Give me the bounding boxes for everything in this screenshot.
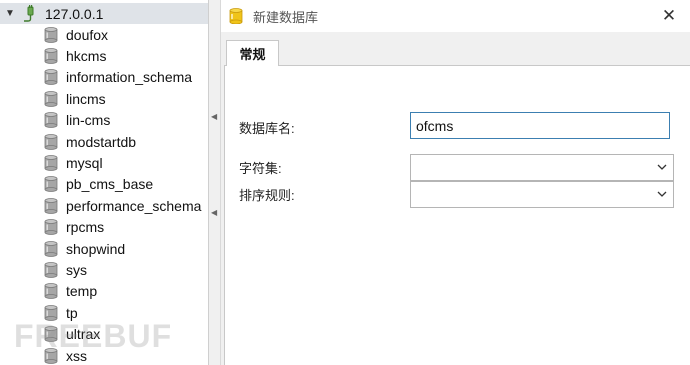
tree-database-label: pb_cms_base: [66, 176, 154, 193]
db-name-label: 数据库名:: [239, 121, 295, 136]
tree-database-label: lincms: [66, 90, 106, 107]
new-database-dialog: 新建数据库 ✕ 常规 数据库名: 字符集: 排序规则:: [221, 0, 690, 365]
connection-tree: ▼ 127.0.0.1 doufox hkcms information_schem…: [0, 0, 209, 365]
close-button[interactable]: ✕: [658, 5, 680, 27]
database-cylinder-icon: [44, 26, 58, 43]
dialog-titlebar[interactable]: 新建数据库 ✕: [221, 0, 690, 32]
database-cylinder-icon: [44, 133, 58, 150]
tree-database-item[interactable]: sys: [0, 259, 208, 280]
database-cylinder-icon: [44, 112, 58, 129]
database-list: doufox hkcms information_schemalincms lin-c…: [0, 24, 208, 365]
database-cylinder-icon: [44, 197, 58, 214]
charset-label: 字符集:: [239, 161, 282, 176]
chevron-down-icon: [657, 191, 667, 197]
tree-database-item[interactable]: hkcms: [0, 45, 208, 66]
tree-database-label: rpcms: [66, 219, 105, 236]
chevron-down-icon[interactable]: ▼: [5, 8, 19, 19]
tree-connection-node[interactable]: ▼ 127.0.0.1: [0, 3, 208, 24]
pane-splitter[interactable]: ◀ ◀: [209, 0, 221, 365]
database-cylinder-icon: [44, 155, 58, 171]
database-cylinder-icon: [44, 262, 58, 278]
chevron-down-icon: [657, 164, 667, 170]
tree-database-label: mysql: [66, 155, 103, 172]
tree-database-label: lin-cms: [66, 112, 111, 129]
collapse-left-icon[interactable]: ◀: [211, 208, 217, 217]
tree-database-item[interactable]: temp: [0, 281, 208, 302]
tree-database-label: modstartdb: [66, 133, 137, 150]
tree-database-label: performance_schema: [66, 197, 202, 214]
tree-database-item[interactable]: information_schema: [0, 67, 208, 88]
tree-database-label: sys: [66, 261, 87, 278]
tree-database-item[interactable]: lin-cms: [0, 110, 208, 131]
tree-database-item[interactable]: rpcms: [0, 217, 208, 238]
tab-general-label: 常规: [239, 47, 266, 62]
db-name-input[interactable]: [410, 112, 670, 139]
tree-database-label: information_schema: [66, 69, 193, 86]
tree-database-item[interactable]: modstartdb: [0, 131, 208, 152]
database-cylinder-icon: [44, 240, 58, 257]
plug-icon: [24, 4, 34, 22]
collation-select[interactable]: [410, 181, 674, 208]
tree-database-item[interactable]: shopwind: [0, 238, 208, 259]
close-icon: ✕: [661, 6, 677, 25]
tree-database-item[interactable]: doufox: [0, 24, 208, 45]
database-cylinder-icon: [44, 90, 58, 107]
tree-database-item[interactable]: mysql: [0, 152, 208, 173]
watermark: FREEBUF: [14, 318, 173, 354]
charset-select[interactable]: [410, 154, 674, 181]
database-cylinder-icon: [44, 48, 58, 64]
database-cylinder-icon: [44, 69, 58, 86]
collapse-left-icon[interactable]: ◀: [211, 112, 217, 121]
connection-label: 127.0.0.1: [45, 5, 104, 22]
database-cylinder-icon: [44, 283, 58, 300]
general-panel: 数据库名: 字符集: 排序规则:: [224, 65, 690, 365]
database-cylinder-icon: [44, 176, 58, 193]
tree-database-label: shopwind: [66, 240, 126, 257]
tab-general[interactable]: 常规: [226, 40, 279, 66]
tree-database-item[interactable]: pb_cms_base: [0, 174, 208, 195]
database-cylinder-icon: [44, 219, 58, 236]
collation-label: 排序规则:: [239, 188, 295, 203]
dialog-body: 常规 数据库名: 字符集: 排序规则:: [221, 32, 690, 365]
app-window: ▼ 127.0.0.1 doufox hkcms information_schem…: [0, 0, 690, 365]
tree-database-label: temp: [66, 283, 98, 300]
tree-database-item[interactable]: lincms: [0, 88, 208, 109]
tree-database-label: hkcms: [66, 48, 107, 65]
dialog-title: 新建数据库: [253, 9, 319, 25]
tree-database-label: doufox: [66, 26, 109, 43]
tree-database-item[interactable]: performance_schema: [0, 195, 208, 216]
database-cylinder-icon: [229, 8, 243, 24]
